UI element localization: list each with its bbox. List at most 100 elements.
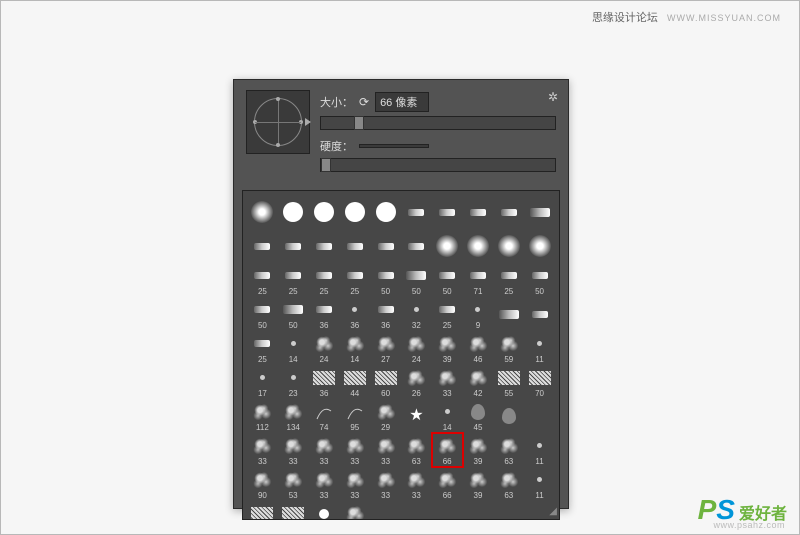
brush-preset[interactable]: 25: [247, 263, 278, 297]
brush-preset[interactable]: 74: [309, 399, 340, 433]
brush-preset[interactable]: 25: [309, 263, 340, 297]
brush-preset[interactable]: 9: [463, 297, 494, 331]
brush-preset[interactable]: 36: [309, 297, 340, 331]
brush-preset[interactable]: 32: [278, 501, 309, 520]
brush-preset[interactable]: 33: [247, 433, 278, 467]
brush-preset[interactable]: 33: [278, 433, 309, 467]
brush-preset[interactable]: 44: [339, 365, 370, 399]
brush-preset[interactable]: [401, 501, 432, 520]
brush-preset[interactable]: 45: [463, 399, 494, 433]
brush-preset[interactable]: 90: [247, 467, 278, 501]
brush-preset[interactable]: 112: [247, 399, 278, 433]
brush-preset[interactable]: 50: [432, 263, 463, 297]
brush-preset[interactable]: 25: [247, 331, 278, 365]
brush-preset[interactable]: 29: [370, 399, 401, 433]
brush-preset[interactable]: [247, 229, 278, 263]
brush-preset[interactable]: [432, 501, 463, 520]
reset-size-icon[interactable]: ⟳: [359, 95, 369, 109]
brush-preset[interactable]: [463, 501, 494, 520]
brush-preset[interactable]: 50: [247, 297, 278, 331]
brush-preset[interactable]: 23: [278, 365, 309, 399]
brush-preset[interactable]: [432, 229, 463, 263]
brush-preset[interactable]: [493, 229, 524, 263]
brush-preset[interactable]: 33: [432, 365, 463, 399]
brush-preset[interactable]: 36: [339, 297, 370, 331]
brush-preset[interactable]: [278, 229, 309, 263]
brush-preset[interactable]: 11: [524, 331, 555, 365]
brush-preset[interactable]: [524, 229, 555, 263]
brush-preset[interactable]: 60: [370, 365, 401, 399]
size-input[interactable]: 66 像素: [375, 92, 429, 112]
brush-preset[interactable]: [463, 195, 494, 229]
brush-preset[interactable]: [524, 195, 555, 229]
brush-preset[interactable]: [401, 195, 432, 229]
brush-preset[interactable]: 50: [524, 263, 555, 297]
brush-preset[interactable]: [339, 229, 370, 263]
brush-preset[interactable]: 32: [401, 297, 432, 331]
brush-preset[interactable]: 71: [463, 263, 494, 297]
brush-preset[interactable]: 46: [463, 331, 494, 365]
brush-preset[interactable]: [493, 501, 524, 520]
brush-preset[interactable]: 63: [493, 467, 524, 501]
brush-preset[interactable]: [278, 195, 309, 229]
brush-preset[interactable]: [432, 195, 463, 229]
brush-preset[interactable]: 50: [370, 263, 401, 297]
brush-preset[interactable]: 14: [339, 331, 370, 365]
brush-preset[interactable]: 134: [278, 399, 309, 433]
resize-handle-icon[interactable]: ◢: [549, 506, 557, 517]
hardness-slider[interactable]: [320, 158, 556, 172]
brush-preset[interactable]: 39: [432, 331, 463, 365]
brush-preset[interactable]: 66: [432, 467, 463, 501]
brush-preset[interactable]: 50: [278, 297, 309, 331]
brush-preset[interactable]: 50: [401, 263, 432, 297]
brush-preset[interactable]: [493, 297, 524, 331]
brush-preset[interactable]: 36: [309, 365, 340, 399]
brush-preset[interactable]: ★: [401, 399, 432, 433]
brush-preset[interactable]: 55: [309, 501, 340, 520]
brush-preset[interactable]: [524, 297, 555, 331]
brush-preset[interactable]: [463, 229, 494, 263]
brush-preset[interactable]: [339, 195, 370, 229]
brush-preset[interactable]: 36: [370, 297, 401, 331]
brush-preset[interactable]: [247, 195, 278, 229]
brush-preset[interactable]: 63: [493, 433, 524, 467]
brush-preset[interactable]: 59: [493, 331, 524, 365]
brush-preset[interactable]: 17: [247, 365, 278, 399]
brush-preset[interactable]: 33: [339, 467, 370, 501]
brush-preset[interactable]: [493, 195, 524, 229]
brush-preset[interactable]: 100: [339, 501, 370, 520]
brush-preset[interactable]: 26: [401, 365, 432, 399]
brush-preset[interactable]: [370, 229, 401, 263]
brush-preset[interactable]: 53: [278, 467, 309, 501]
brush-preset[interactable]: 11: [524, 433, 555, 467]
size-slider[interactable]: [320, 116, 556, 130]
brush-preset[interactable]: [309, 229, 340, 263]
brush-preset[interactable]: 33: [339, 433, 370, 467]
hardness-input[interactable]: [359, 144, 429, 148]
brush-preset[interactable]: 33: [370, 433, 401, 467]
brush-preset[interactable]: 33: [401, 467, 432, 501]
brush-preset[interactable]: [493, 399, 524, 433]
brush-preset[interactable]: 55: [493, 365, 524, 399]
brush-preset[interactable]: 33: [309, 433, 340, 467]
brush-preset[interactable]: 63: [401, 433, 432, 467]
brush-preset[interactable]: [524, 399, 555, 433]
brush-preset[interactable]: 39: [463, 433, 494, 467]
brush-preset[interactable]: [370, 195, 401, 229]
brush-preset[interactable]: 14: [278, 331, 309, 365]
brush-angle-picker[interactable]: [246, 90, 310, 154]
brush-preset[interactable]: 66: [432, 433, 463, 467]
brush-preset[interactable]: 42: [463, 365, 494, 399]
brush-preset[interactable]: 27: [370, 331, 401, 365]
brush-preset[interactable]: 33: [309, 467, 340, 501]
brush-preset[interactable]: [401, 229, 432, 263]
brush-preset[interactable]: 25: [339, 263, 370, 297]
brush-preset[interactable]: [370, 501, 401, 520]
brush-preset[interactable]: 25: [278, 263, 309, 297]
brush-preset[interactable]: 33: [370, 467, 401, 501]
brush-preset[interactable]: 95: [339, 399, 370, 433]
brush-preset[interactable]: 14: [432, 399, 463, 433]
brush-preset[interactable]: 24: [309, 331, 340, 365]
brush-preset[interactable]: 24: [401, 331, 432, 365]
brush-preset[interactable]: 25: [432, 297, 463, 331]
